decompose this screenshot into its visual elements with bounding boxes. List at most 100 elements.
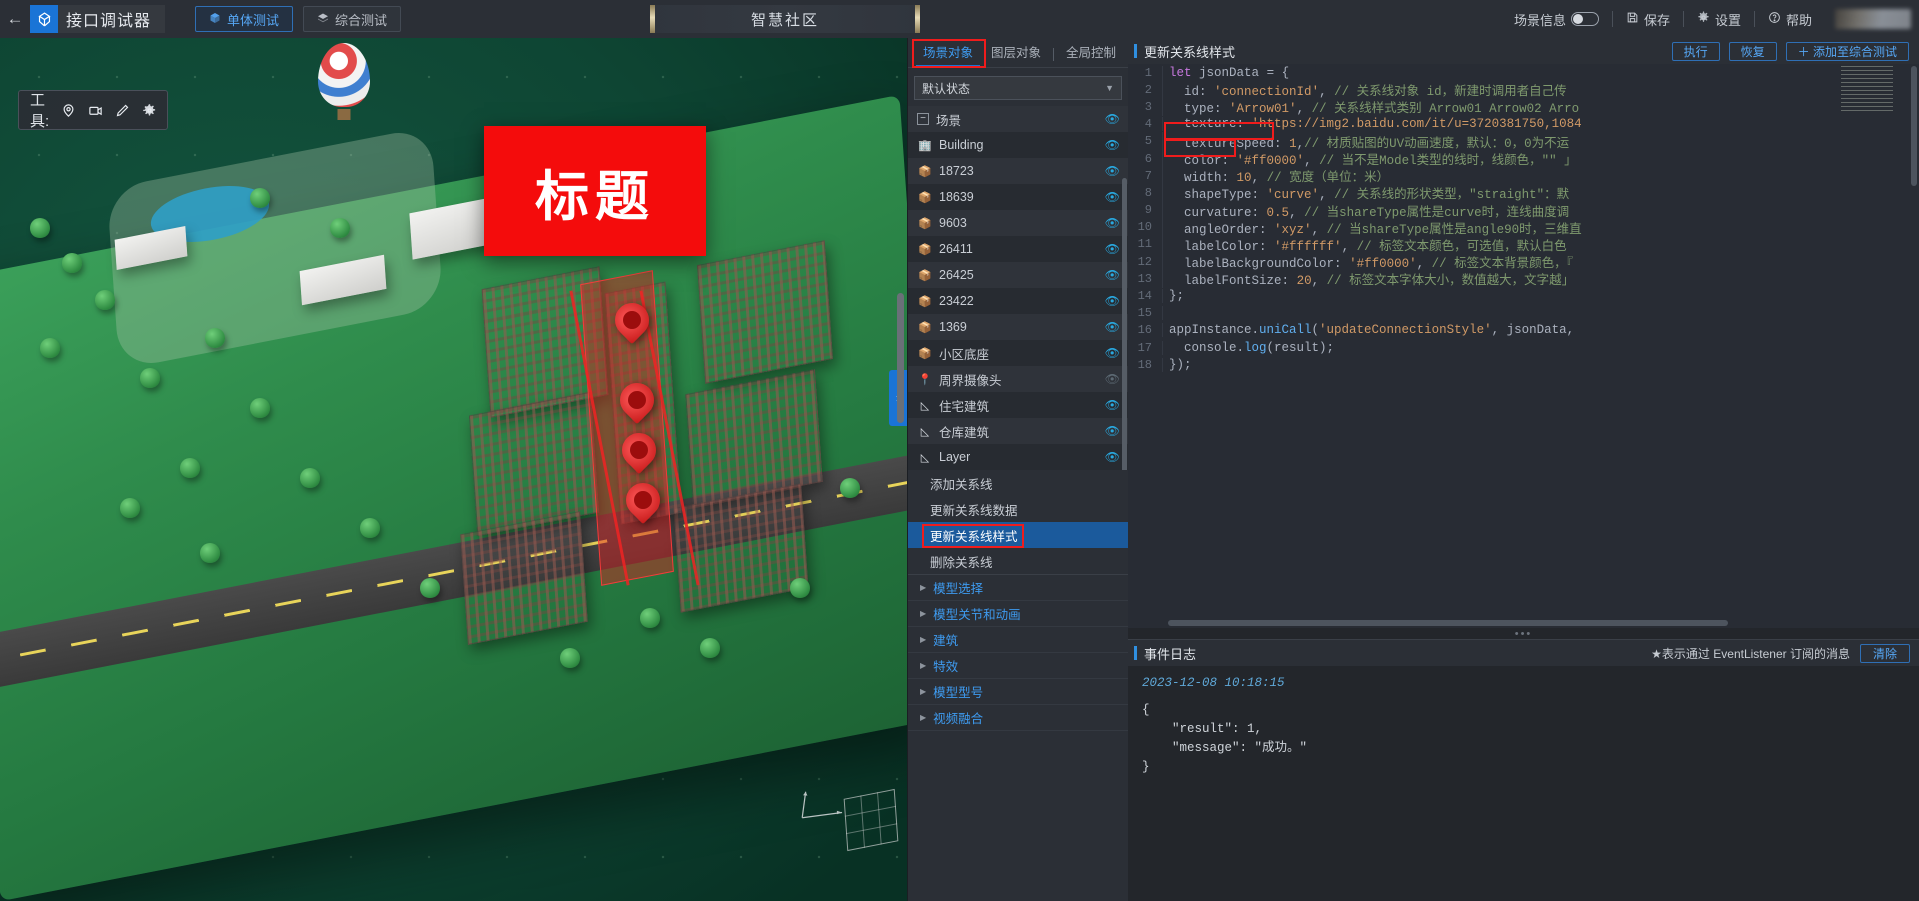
tree-row-23422[interactable]: 📦 23422 👁 <box>908 288 1128 314</box>
add-to-comprehensive-test-button[interactable]: ＋ 添加至综合测试 <box>1785 41 1909 61</box>
location-pin-icon[interactable] <box>61 103 76 118</box>
tab-single-test[interactable]: 单体测试 <box>195 6 294 32</box>
menu-update-connection-data[interactable]: 更新关系线数据 <box>908 496 1128 522</box>
line-content: color: '#ff0000', // 当不是Model类型的线时，线颜色，"… <box>1162 149 1577 169</box>
back-arrow-icon[interactable]: ← <box>0 0 30 38</box>
line-content: width: 10, // 宽度（单位：米） <box>1162 166 1389 186</box>
clear-log-button[interactable]: 清除 <box>1859 643 1910 663</box>
tab-layer-objects[interactable]: 图层对象 <box>982 42 1050 67</box>
tree-row-layer[interactable]: ◺ Layer 👁 <box>908 444 1128 470</box>
code-line: 11 labelColor: '#ffffff', // 标签文本颜色，可选值，… <box>1128 234 1919 254</box>
accordion-effects[interactable]: ▶ 特效 <box>908 653 1128 679</box>
mode-tabs: 单体测试 综合测试 <box>195 6 402 32</box>
tree-row-residential[interactable]: ◺ 住宅建筑 👁 <box>908 392 1128 418</box>
cube-icon <box>209 12 221 27</box>
tree-row-community-base[interactable]: 📦 小区底座 👁 <box>908 340 1128 366</box>
tree-row-18639[interactable]: 📦 18639 👁 <box>908 184 1128 210</box>
state-select-value: 默认状态 <box>922 81 971 96</box>
scene-info-toggle[interactable] <box>1570 12 1599 26</box>
tree-row-26425[interactable]: 📦 26425 👁 <box>908 262 1128 288</box>
tree <box>95 290 115 310</box>
visibility-eye-icon[interactable]: 👁 <box>1105 138 1120 152</box>
code-lines: 1 let jsonData = {2 id: 'connectionId', /… <box>1128 64 1919 373</box>
tree-row-building[interactable]: 🏢 Building 👁 <box>908 132 1128 158</box>
accordion-video-fusion[interactable]: ▶ 视频融合 <box>908 705 1128 731</box>
panel-splitter[interactable]: ••• <box>1128 628 1919 640</box>
tab-comprehensive-test[interactable]: 综合测试 <box>303 6 402 32</box>
event-log-body[interactable]: 2023-12-08 10:18:15 { "result": 1, "mess… <box>1128 666 1919 901</box>
tab-global-control[interactable]: 全局控制 <box>1057 42 1125 67</box>
visibility-eye-icon[interactable]: 👁 <box>1105 268 1120 282</box>
visibility-eye-icon[interactable]: 👁 <box>1105 294 1120 308</box>
scene-info-toggle-group[interactable]: 场景信息 <box>1501 9 1612 29</box>
tab-scene-objects[interactable]: 场景对象 <box>914 42 982 67</box>
visibility-eye-icon[interactable]: 👁 <box>1105 346 1120 360</box>
visibility-eye-icon[interactable]: 👁 <box>1105 398 1120 412</box>
line-number: 16 <box>1137 323 1152 338</box>
tree-row-18723[interactable]: 📦 18723 👁 <box>908 158 1128 184</box>
accordion-building[interactable]: ▶ 建筑 <box>908 627 1128 653</box>
tree <box>360 518 380 538</box>
menu-update-connection-style[interactable]: 更新关系线样式 <box>908 522 1128 548</box>
save-button[interactable]: 保存 <box>1613 9 1683 29</box>
help-button[interactable]: 帮助 <box>1755 9 1825 29</box>
line-content: appInstance.uniCall('updateConnectionSty… <box>1162 323 1582 338</box>
visibility-eye-icon[interactable]: 👁 <box>1105 320 1120 334</box>
line-content: let jsonData = { <box>1162 65 1289 80</box>
visibility-eye-icon[interactable]: 👁 <box>1105 424 1120 438</box>
execute-button[interactable]: 执行 <box>1671 41 1720 61</box>
visibility-eye-icon[interactable]: 👁 <box>1105 112 1120 126</box>
accordion-model-joints-animation[interactable]: ▶ 模型关节和动画 <box>908 601 1128 627</box>
camera-icon[interactable] <box>88 103 103 118</box>
line-content: labelBackgroundColor: '#ff0000', // 标签文本… <box>1162 252 1573 272</box>
tree-row-26411[interactable]: 📦 26411 👁 <box>908 236 1128 262</box>
visibility-eye-icon[interactable]: 👁 <box>1105 164 1120 178</box>
code-line: 10 angleOrder: 'xyz', // 当shareType属性是an… <box>1128 217 1919 237</box>
viewport-scrollbar[interactable] <box>897 293 904 423</box>
code-line: 14}; <box>1128 287 1919 304</box>
editor-vertical-scrollbar[interactable] <box>1911 66 1917 186</box>
app-logo-icon <box>30 5 58 33</box>
visibility-eye-icon[interactable]: 👁 <box>1105 450 1120 464</box>
save-icon <box>1626 11 1639 27</box>
accordion-model-select[interactable]: ▶ 模型选择 <box>908 575 1128 601</box>
restore-button[interactable]: 恢复 <box>1728 41 1777 61</box>
visibility-eye-off-icon[interactable]: 👁 <box>1105 372 1120 386</box>
avatar[interactable] <box>1835 9 1911 29</box>
chevron-right-icon: ▶ <box>920 661 927 670</box>
event-log-hint: ★表示通过 EventListener 订阅的消息 <box>1651 646 1850 661</box>
editor-minimap[interactable] <box>1841 66 1893 114</box>
line-number: 5 <box>1144 134 1152 149</box>
state-select[interactable]: 默认状态 ▼ <box>914 76 1122 100</box>
object-tree: − 场景 👁 🏢 Building 👁 📦 18723 👁 📦 18639 👁 📦 960… <box>908 106 1128 470</box>
collapse-minus-icon[interactable]: − <box>917 113 929 125</box>
code-editor[interactable]: 1 let jsonData = {2 id: 'connectionId', /… <box>1128 64 1919 628</box>
tree-row-warehouse[interactable]: ◺ 仓库建筑 👁 <box>908 418 1128 444</box>
code-line: 9 curvature: 0.5, // 当shareType属性是curve时… <box>1128 200 1919 220</box>
area-icon: ◺ <box>920 451 930 464</box>
tree-row-scene[interactable]: − 场景 👁 <box>908 106 1128 132</box>
area-icon: ◺ <box>920 425 930 438</box>
line-number: 17 <box>1137 340 1152 355</box>
visibility-eye-icon[interactable]: 👁 <box>1105 216 1120 230</box>
tree-row-perimeter-camera[interactable]: 📍 周界摄像头 👁 <box>908 366 1128 392</box>
tree-row-9603[interactable]: 📦 9603 👁 <box>908 210 1128 236</box>
editor-horizontal-scrollbar[interactable] <box>1168 620 1728 626</box>
code-line: 6 color: '#ff0000', // 当不是Model类型的线时，线颜色… <box>1128 149 1919 169</box>
gear-icon[interactable] <box>142 103 157 118</box>
save-label: 保存 <box>1643 12 1670 28</box>
menu-delete-connection[interactable]: 删除关系线 <box>908 548 1128 574</box>
settings-button[interactable]: 设置 <box>1684 9 1754 29</box>
scene-viewport[interactable]: 标题 工具: › <box>0 38 907 901</box>
visibility-eye-icon[interactable]: 👁 <box>1105 242 1120 256</box>
accordion-model-type[interactable]: ▶ 模型型号 <box>908 679 1128 705</box>
code-line: 18}); <box>1128 356 1919 373</box>
tree-scrollbar[interactable] <box>1122 178 1127 470</box>
tab-comprehensive-test-label: 综合测试 <box>335 12 388 28</box>
tree-label: 23422 <box>939 294 974 308</box>
menu-add-connection[interactable]: 添加关系线 <box>908 470 1128 496</box>
tree-row-1369[interactable]: 📦 1369 👁 <box>908 314 1128 340</box>
pencil-icon[interactable] <box>115 103 130 118</box>
cube-icon: 📦 <box>918 269 932 282</box>
visibility-eye-icon[interactable]: 👁 <box>1105 190 1120 204</box>
